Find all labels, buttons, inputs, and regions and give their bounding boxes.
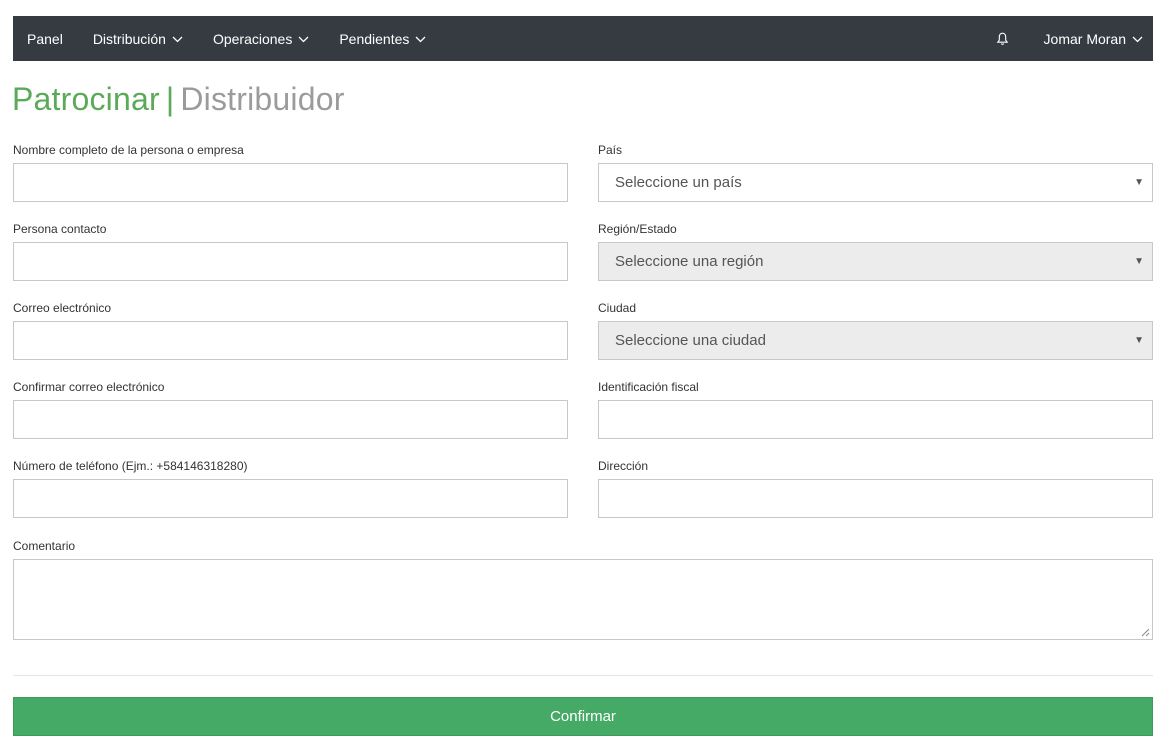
full-name-label: Nombre completo de la persona o empresa bbox=[13, 143, 244, 157]
phone-group: Número de teléfono (Ejm.: +584146318280) bbox=[13, 458, 568, 518]
confirm-button[interactable]: Confirmar bbox=[13, 697, 1153, 736]
nav-item-operaciones[interactable]: Operaciones bbox=[198, 16, 324, 61]
page-title-separator: | bbox=[165, 81, 175, 117]
user-menu[interactable]: Jomar Moran bbox=[1029, 16, 1153, 61]
region-select[interactable]: Seleccione una región ▼ bbox=[598, 242, 1153, 281]
confirm-email-label: Confirmar correo electrónico bbox=[13, 380, 165, 394]
contact-input[interactable] bbox=[13, 242, 568, 281]
phone-input[interactable] bbox=[13, 479, 568, 518]
nav-item-pendientes-label: Pendientes bbox=[339, 30, 410, 47]
full-name-group: Nombre completo de la persona o empresa bbox=[13, 142, 568, 202]
nav-item-distribucion[interactable]: Distribución bbox=[78, 16, 198, 61]
email-group: Correo electrónico bbox=[13, 300, 568, 360]
nav-item-operaciones-label: Operaciones bbox=[212, 30, 293, 47]
caret-down-icon: ▼ bbox=[1134, 177, 1144, 188]
tax-id-group: Identificación fiscal bbox=[598, 379, 1153, 439]
region-group: Región/Estado Seleccione una región ▼ bbox=[598, 221, 1153, 281]
page-title-primary: Patrocinar bbox=[12, 81, 160, 117]
chevron-down-icon bbox=[298, 36, 309, 42]
user-name: Jomar Moran bbox=[1043, 30, 1126, 47]
phone-label: Número de teléfono (Ejm.: +584146318280) bbox=[13, 459, 248, 473]
country-group: País Seleccione un país ▼ bbox=[598, 142, 1153, 202]
nav-item-panel[interactable]: Panel bbox=[13, 16, 78, 61]
comment-textarea[interactable] bbox=[13, 559, 1153, 640]
address-input[interactable] bbox=[598, 479, 1153, 518]
comment-label: Comentario bbox=[13, 539, 76, 553]
city-label: Ciudad bbox=[598, 301, 637, 315]
resize-grip-icon[interactable] bbox=[1141, 628, 1150, 637]
contact-label: Persona contacto bbox=[13, 222, 107, 236]
country-select-value: Seleccione un país bbox=[615, 174, 742, 191]
chevron-down-icon bbox=[172, 36, 183, 42]
caret-down-icon: ▼ bbox=[1134, 335, 1144, 346]
chevron-down-icon bbox=[415, 36, 426, 42]
tax-id-label: Identificación fiscal bbox=[598, 380, 699, 394]
country-select[interactable]: Seleccione un país ▼ bbox=[598, 163, 1153, 202]
city-select-value: Seleccione una ciudad bbox=[615, 332, 766, 349]
city-select[interactable]: Seleccione una ciudad ▼ bbox=[598, 321, 1153, 360]
region-select-value: Seleccione una región bbox=[615, 253, 764, 270]
comment-group: Comentario bbox=[13, 538, 1153, 640]
tax-id-input[interactable] bbox=[598, 400, 1153, 439]
region-label: Región/Estado bbox=[598, 222, 677, 236]
chevron-down-icon bbox=[1132, 36, 1143, 42]
email-input[interactable] bbox=[13, 321, 568, 360]
confirm-email-group: Confirmar correo electrónico bbox=[13, 379, 568, 439]
page-title-secondary: Distribuidor bbox=[180, 81, 345, 117]
city-group: Ciudad Seleccione una ciudad ▼ bbox=[598, 300, 1153, 360]
nav-item-panel-label: Panel bbox=[27, 30, 63, 47]
bell-icon[interactable] bbox=[996, 32, 1009, 46]
form-divider bbox=[13, 675, 1153, 676]
nav-item-distribucion-label: Distribución bbox=[92, 30, 166, 47]
full-name-input[interactable] bbox=[13, 163, 568, 202]
page-title: Patrocinar | Distribuidor bbox=[12, 81, 345, 118]
confirm-email-input[interactable] bbox=[13, 400, 568, 439]
top-navbar: Panel Distribución Operaciones Pendiente… bbox=[13, 16, 1153, 61]
confirm-button-label: Confirmar bbox=[550, 708, 616, 725]
contact-group: Persona contacto bbox=[13, 221, 568, 281]
address-group: Dirección bbox=[598, 458, 1153, 518]
email-label: Correo electrónico bbox=[13, 301, 112, 315]
country-label: País bbox=[598, 143, 623, 157]
nav-item-pendientes[interactable]: Pendientes bbox=[324, 16, 441, 61]
address-label: Dirección bbox=[598, 459, 649, 473]
caret-down-icon: ▼ bbox=[1134, 256, 1144, 267]
